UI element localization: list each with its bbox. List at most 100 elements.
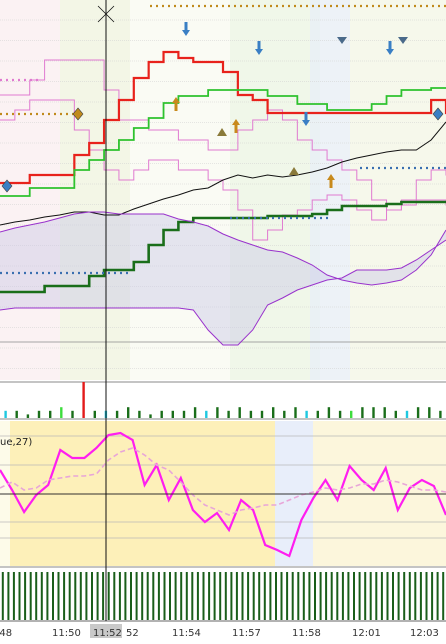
bottom-bar — [79, 572, 82, 620]
volume-bar — [238, 407, 241, 418]
bottom-bar — [219, 572, 222, 620]
bottom-bar — [442, 572, 445, 620]
volume-bar — [127, 407, 130, 418]
bottom-bar — [431, 572, 434, 620]
bottom-bar — [275, 572, 277, 620]
oscillator-panel: ue,27) — [0, 421, 446, 566]
bottom-bar — [403, 572, 406, 620]
bottom-bar — [258, 572, 261, 620]
volume-bar — [15, 410, 18, 418]
bottom-bar — [241, 572, 244, 620]
x-tick-2: 11:52 — [93, 628, 122, 639]
volume-bar — [49, 410, 52, 418]
bottom-bar — [46, 572, 49, 620]
bottom-bar — [18, 572, 21, 620]
x-tick-1: 11:50 — [52, 628, 81, 639]
bottom-bar — [35, 572, 38, 620]
bottom-bar — [96, 572, 99, 620]
volume-bar — [249, 410, 253, 418]
bottom-bar — [91, 572, 93, 620]
bottom-bar — [436, 572, 439, 620]
bottom-bar — [397, 572, 400, 620]
bottom-bar — [330, 572, 333, 620]
bottom-bar — [130, 572, 132, 620]
bottom-bar — [291, 572, 294, 620]
volume-bar — [182, 410, 186, 418]
bottom-bar — [230, 572, 233, 620]
bottom-bar — [375, 572, 378, 620]
x-axis: :48 11:50 11:52 52 11:54 11:57 11:58 12:… — [0, 620, 446, 644]
bottom-bar — [141, 572, 144, 620]
volume-bar — [350, 410, 353, 418]
bottom-bar — [196, 572, 199, 620]
bottom-bar — [52, 572, 54, 620]
bottom-bar — [57, 572, 60, 620]
bottom-bar — [392, 572, 394, 620]
bottom-bar — [118, 572, 121, 620]
volume-bar — [93, 410, 96, 418]
volume-bar — [171, 410, 174, 418]
volume-bar — [115, 410, 119, 418]
volume-bar — [160, 410, 163, 418]
chart-canvas[interactable]: ue,27) :48 11:50 11:52 52 11:54 11:57 11… — [0, 0, 446, 644]
volume-bar — [4, 410, 7, 418]
x-tick-0: :48 — [0, 628, 12, 639]
volume-panel — [0, 381, 446, 420]
bottom-bar — [252, 572, 255, 620]
bottom-bar — [85, 572, 88, 620]
bottom-bar — [180, 572, 183, 620]
bottom-bar — [380, 572, 383, 620]
bottom-bar — [419, 572, 422, 620]
volume-bar — [361, 407, 364, 418]
volume-bar — [372, 407, 375, 418]
x-tick-4: 11:54 — [172, 628, 201, 639]
bottom-bar — [208, 572, 211, 620]
bottom-bar — [29, 572, 32, 620]
bottom-bar — [169, 572, 171, 620]
bottom-bar — [7, 572, 10, 620]
bottom-bar — [213, 572, 216, 620]
bottom-bar — [319, 572, 322, 620]
x-tick-6: 11:58 — [292, 628, 321, 639]
volume-bar — [205, 410, 208, 418]
bottom-bar — [24, 572, 27, 620]
volume-bar — [260, 410, 264, 418]
bottom-bar — [63, 572, 66, 620]
bottom-bar — [386, 572, 389, 620]
bottom-bar — [74, 572, 77, 620]
x-tick-7: 12:01 — [352, 628, 381, 639]
volume-bar — [26, 414, 30, 418]
volume-bar — [383, 407, 386, 418]
bottom-bar — [157, 572, 160, 620]
bottom-bar — [308, 572, 311, 620]
volume-bar — [82, 382, 85, 418]
bottom-bar — [341, 572, 344, 620]
volume-bar — [428, 407, 431, 418]
volume-bar — [216, 407, 219, 418]
x-tick-3: 52 — [126, 628, 139, 639]
bottom-bar — [364, 572, 367, 620]
bottom-bar — [102, 572, 105, 620]
bottom-bar — [286, 572, 289, 620]
bottom-bar — [358, 572, 361, 620]
bottom-bar — [152, 572, 155, 620]
volume-bar — [439, 410, 442, 418]
volume-bar — [227, 410, 230, 418]
bottom-bar — [269, 572, 272, 620]
bottom-bar — [297, 572, 300, 620]
main-panel — [0, 0, 446, 380]
bottom-bar — [40, 572, 43, 620]
bottom-bar — [191, 572, 194, 620]
volume-bar — [394, 410, 397, 418]
bottom-bar — [135, 572, 138, 620]
bottom-bar — [353, 572, 355, 620]
volume-bar — [316, 410, 319, 418]
bottom-bar — [163, 572, 166, 620]
volume-bar — [272, 407, 275, 418]
bottom-bar — [347, 572, 350, 620]
volume-bar — [283, 410, 286, 418]
bottom-bar — [1, 572, 4, 620]
bottom-bar — [113, 572, 116, 620]
volume-bar — [71, 410, 74, 418]
volume-bar — [193, 407, 197, 418]
